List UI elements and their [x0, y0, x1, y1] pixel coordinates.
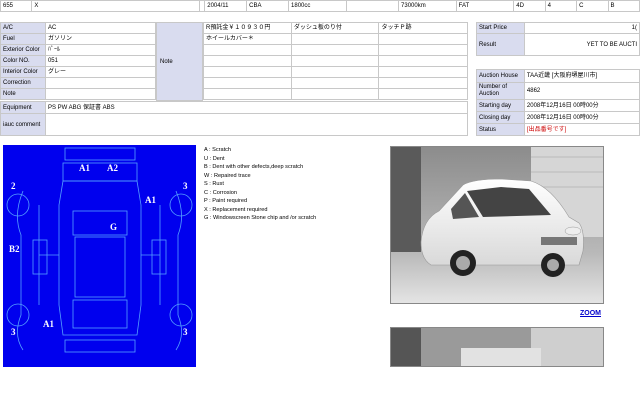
legend-item: W : Repaired trace	[204, 172, 251, 179]
mark-3-right-rear: 3	[183, 327, 188, 337]
option-cell	[203, 77, 292, 89]
option-cell	[203, 88, 292, 100]
option-cell	[290, 66, 380, 78]
legend-item: U : Dent	[204, 155, 225, 162]
option-cell	[378, 77, 468, 89]
model-code: CBA	[246, 0, 290, 12]
zoom-link[interactable]: ZOOM	[580, 310, 601, 317]
grade-b: B	[607, 0, 640, 12]
auction-table: Auction House TAA近畿 [大阪府堺屋川市] Number of …	[476, 69, 640, 136]
note-label: Note	[0, 88, 46, 100]
ac-value: AC	[44, 22, 157, 34]
mark-2-left-front: 2	[11, 181, 16, 191]
mark-b2-left: B2	[9, 244, 20, 254]
option-cell: R預託金￥１０９３０円	[203, 22, 292, 34]
displacement: 1800cc	[288, 0, 347, 12]
equipment-value: PS PW ABG 保証書 ABS	[44, 101, 469, 114]
legend-item: G : Windowscreen Stone chip and /or scra…	[204, 215, 317, 221]
ac-label: A/C	[0, 22, 46, 34]
option-cell	[290, 77, 380, 89]
status-value: [出品番号です]	[523, 123, 640, 136]
price-table: Start Price 1( Result YET TO BE AUCTI	[476, 22, 640, 56]
car-outline-svg: A1 A2 2 3 A1 G B2 3 A1 3	[6, 147, 193, 353]
mark-a1-right: A1	[145, 195, 156, 205]
mark-a2-front: A2	[107, 163, 118, 173]
damage-diagram: A1 A2 2 3 A1 G B2 3 A1 3	[3, 145, 196, 367]
starting-day-label: Starting day	[476, 99, 525, 112]
top-info-row: 655 X 2004/11 CBA 1800cc 73000km FAT 4D …	[0, 0, 640, 12]
mark-a1-left-rear: A1	[43, 319, 54, 329]
option-cell	[203, 66, 292, 78]
legend-item: C : Corrosion	[204, 189, 237, 196]
iauc-comment-value	[44, 113, 469, 136]
car-photo-secondary-image	[391, 328, 603, 366]
equipment-label: Equipment	[0, 101, 46, 114]
mark-g-windscreen: G	[110, 222, 117, 232]
legend-item: A : Scratch	[204, 147, 232, 153]
legend-item: X : Replacement required	[204, 206, 268, 213]
status-label: Status	[476, 123, 525, 136]
note-column: Note	[156, 22, 203, 101]
interior-color-value: グレー	[44, 66, 157, 78]
result-value: YET TO BE AUCTI	[523, 33, 640, 56]
starting-day-value: 2008年12月16日 00時00分	[523, 99, 640, 112]
option-cell	[290, 33, 380, 45]
year: 2004/11	[204, 0, 248, 12]
option-cell	[378, 44, 468, 56]
car-photo-secondary[interactable]	[390, 327, 604, 367]
option-cell	[378, 33, 468, 45]
option-cell	[378, 66, 468, 78]
vehicle-details-table: A/C AC Fuel ガソリン Exterior Color ﾊﾟｰﾙ Color …	[0, 22, 157, 100]
closing-day-label: Closing day	[476, 111, 525, 124]
note-column-label: Note	[160, 59, 173, 65]
legend-item: S : Rust	[204, 181, 224, 187]
fuel-label: Fuel	[0, 33, 46, 45]
option-cell	[290, 88, 380, 100]
option-cell: ホイールカバー＊	[203, 33, 292, 45]
option-cell: タッチＰ跡	[378, 22, 468, 34]
option-cell	[290, 55, 380, 67]
doors: 4D	[513, 0, 546, 12]
color-no-value: 051	[44, 55, 157, 67]
option-cell	[378, 55, 468, 67]
note-value	[44, 88, 157, 100]
equipment-table: Equipment PS PW ABG 保証書 ABS iauc comment	[0, 101, 469, 136]
mileage: 73000km	[398, 0, 457, 12]
closing-day-value: 2008年12月16日 00時00分	[523, 111, 640, 124]
score: 4	[544, 0, 578, 12]
start-price-value: 1(	[523, 22, 640, 34]
mark-3-left-rear: 3	[11, 327, 16, 337]
options-grid: R預託金￥１０９３０円 ダッシュ板のり付 タッチＰ跡 ホイールカバー＊	[203, 22, 468, 100]
result-label: Result	[476, 33, 525, 56]
lot-number: 655	[0, 0, 33, 12]
option-cell	[203, 44, 292, 56]
color-no-label: Color NO.	[0, 55, 46, 67]
option-cell: ダッシュ板のり付	[290, 22, 380, 34]
start-price-label: Start Price	[476, 22, 525, 34]
mark-3-right-front: 3	[183, 181, 188, 191]
auction-house-label: Auction House	[476, 69, 525, 83]
grade-c: C	[576, 0, 609, 12]
option-cell	[378, 88, 468, 100]
exterior-color-value: ﾊﾟｰﾙ	[44, 44, 157, 56]
damage-legend: A : Scratch U : Dent B : Dent with other…	[204, 146, 384, 223]
car-photo[interactable]	[390, 146, 604, 304]
correction-value	[44, 77, 157, 89]
car-photo-image	[391, 147, 603, 303]
number-of-auction-label: Number of Auction	[476, 82, 525, 100]
mark-a1-front: A1	[79, 163, 90, 173]
option-cell	[290, 44, 380, 56]
auction-house-value: TAA近畿 [大阪府堺屋川市]	[523, 69, 640, 83]
exterior-color-label: Exterior Color	[0, 44, 46, 56]
option-cell	[203, 55, 292, 67]
model-grade: X	[31, 0, 201, 12]
interior-color-label: Interior Color	[0, 66, 46, 78]
correction-label: Correction	[0, 77, 46, 89]
fuel-value: ガソリン	[44, 33, 157, 45]
iauc-comment-label: iauc comment	[0, 113, 46, 136]
legend-item: B : Dent with other defects,deep scratch	[204, 164, 304, 170]
number-of-auction-value: 4862	[523, 82, 640, 100]
legend-item: P : Paint required	[204, 198, 248, 204]
transmission: FAT	[455, 0, 515, 12]
